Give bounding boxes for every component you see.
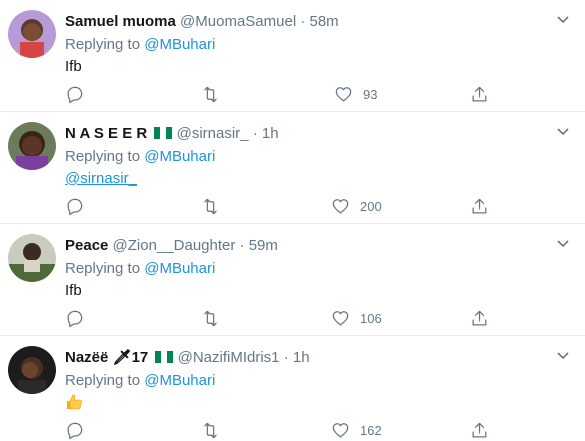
like-icon (332, 198, 349, 213)
share-icon (472, 198, 487, 213)
chevron-down-icon[interactable] (555, 236, 571, 252)
mention-link[interactable]: @MBuhari (144, 260, 215, 277)
replying-prefix: Replying to (65, 260, 141, 277)
separator-dot: · (239, 237, 245, 254)
replying-prefix: Replying to (65, 36, 141, 53)
like-button[interactable]: 93 (334, 84, 377, 104)
retweet-button[interactable] (201, 196, 220, 216)
display-name[interactable]: N A S E E R (65, 125, 147, 142)
retweet-button[interactable] (201, 308, 220, 328)
avatar[interactable] (8, 10, 56, 58)
user-handle[interactable]: @Zion__Daughter (113, 237, 236, 254)
tweet-text-mention[interactable]: @sirnasir_ (65, 169, 137, 189)
retweet-button[interactable] (201, 84, 220, 104)
tweet-text: Ifb (65, 282, 82, 299)
mention-link[interactable]: @MBuhari (144, 372, 215, 389)
separator-dot: · (283, 349, 289, 366)
like-icon (335, 86, 352, 101)
reply-button[interactable] (65, 196, 84, 216)
avatar[interactable] (8, 234, 56, 282)
tweet[interactable]: Peace @Zion__Daughter · 59m Replying to … (0, 224, 585, 336)
like-count: 200 (360, 198, 382, 214)
retweet-icon (204, 310, 217, 326)
like-icon (332, 310, 349, 325)
tweet-header: Peace @Zion__Daughter · 59m (65, 236, 278, 256)
share-button[interactable] (470, 308, 489, 328)
like-button[interactable]: 162 (331, 420, 382, 440)
share-button[interactable] (470, 196, 489, 216)
avatar[interactable] (8, 346, 56, 394)
tweet[interactable]: N A S E E R @sirnasir_ · 1h Replying to … (0, 112, 585, 224)
like-icon (332, 422, 349, 437)
like-button[interactable]: 200 (331, 196, 382, 216)
replying-to: Replying to @MBuhari (65, 35, 215, 55)
share-button[interactable] (470, 420, 489, 440)
reply-button[interactable] (65, 308, 84, 328)
replying-to: Replying to @MBuhari (65, 371, 215, 391)
share-icon (472, 422, 487, 437)
reply-icon (67, 198, 83, 215)
user-handle[interactable]: @sirnasir_ (177, 125, 249, 142)
tweet[interactable]: Samuel muoma @MuomaSamuel · 58m Replying… (0, 0, 585, 112)
like-count: 162 (360, 422, 382, 438)
tweet-feed: Samuel muoma @MuomaSamuel · 58m Replying… (0, 0, 585, 441)
reply-button[interactable] (65, 420, 84, 440)
tweet-header: Nazëë 🗡17 @NazifiMIdris1 · 1h (65, 348, 310, 368)
tweet-actions: 200 (65, 196, 495, 216)
tweet-header: N A S E E R @sirnasir_ · 1h (65, 124, 279, 144)
separator-dot: · (252, 125, 258, 142)
tweet-actions: 162 (65, 420, 495, 440)
display-name[interactable]: Samuel muoma (65, 13, 176, 30)
timestamp[interactable]: 59m (249, 237, 278, 254)
like-count: 106 (360, 310, 382, 326)
like-button[interactable]: 106 (331, 308, 382, 328)
share-button[interactable] (470, 84, 489, 104)
tweet[interactable]: Nazëë 🗡17 @NazifiMIdris1 · 1h Replying t… (0, 336, 585, 441)
replying-to: Replying to @MBuhari (65, 147, 215, 167)
like-count: 93 (363, 86, 378, 102)
timestamp[interactable]: 1h (262, 125, 279, 142)
share-icon (472, 310, 487, 325)
user-handle[interactable]: @MuomaSamuel (180, 13, 296, 30)
mention-link[interactable]: @MBuhari (144, 148, 215, 165)
replying-prefix: Replying to (65, 148, 141, 165)
timestamp[interactable]: 58m (310, 13, 339, 30)
user-handle[interactable]: @NazifiMIdris1 (178, 349, 280, 366)
timestamp[interactable]: 1h (293, 349, 310, 366)
reply-icon (67, 422, 83, 439)
tweet-text (65, 393, 83, 417)
separator-dot: · (300, 13, 306, 30)
avatar[interactable] (8, 122, 56, 170)
reply-button[interactable] (65, 84, 84, 104)
tweet-text: Ifb (65, 58, 82, 75)
replying-to: Replying to @MBuhari (65, 259, 215, 279)
tweet-header: Samuel muoma @MuomaSamuel · 58m (65, 12, 339, 32)
tweet-actions: 93 (65, 84, 495, 104)
replying-prefix: Replying to (65, 372, 141, 389)
retweet-icon (204, 198, 217, 214)
retweet-icon (204, 86, 217, 102)
display-name[interactable]: Nazëë 🗡17 (65, 349, 148, 366)
chevron-down-icon[interactable] (555, 12, 571, 28)
chevron-down-icon[interactable] (555, 348, 571, 364)
reply-icon (67, 310, 83, 327)
reply-icon (67, 86, 83, 103)
retweet-button[interactable] (201, 420, 220, 440)
tweet-actions: 106 (65, 308, 495, 328)
retweet-icon (204, 422, 217, 438)
share-icon (472, 86, 487, 101)
mention-link[interactable]: @MBuhari (144, 36, 215, 53)
nigeria-flag-icon (155, 351, 174, 363)
nigeria-flag-icon (154, 127, 173, 139)
display-name[interactable]: Peace (65, 237, 108, 254)
thumbs-up-emoji (67, 394, 82, 410)
chevron-down-icon[interactable] (555, 124, 571, 140)
